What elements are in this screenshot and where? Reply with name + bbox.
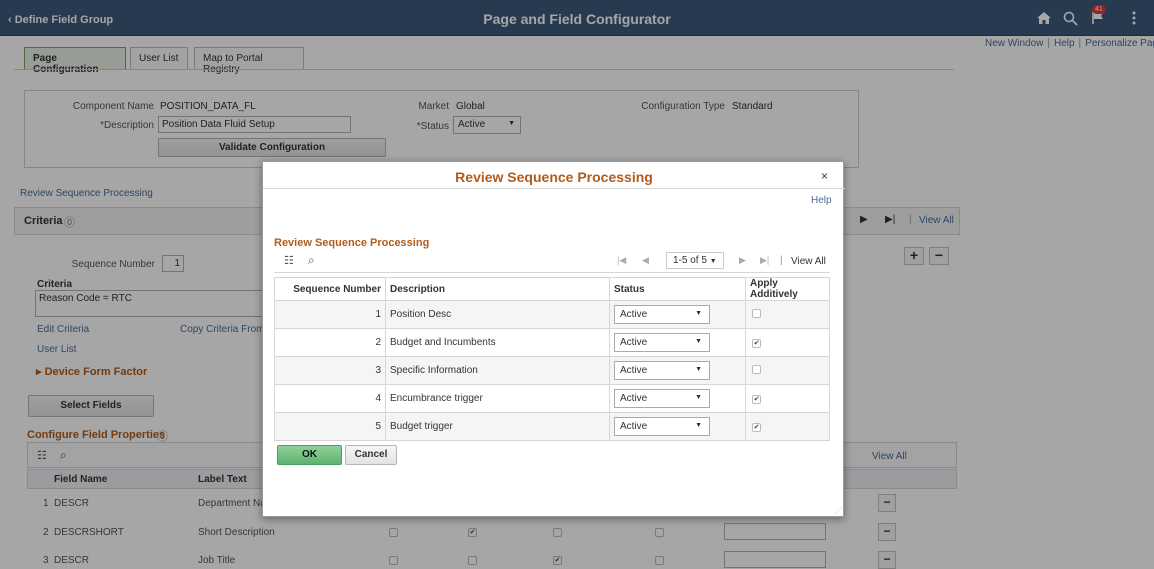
table-row: 4 Encumbrance trigger Active ▼ ✔ (274, 384, 830, 413)
apply-additively-checkbox[interactable] (752, 364, 761, 374)
resize-handle-icon[interactable]: ⋰ (835, 507, 842, 515)
modal-title: Review Sequence Processing (455, 169, 653, 185)
table-row: 1 Position Desc Active ▼ (274, 300, 830, 329)
status-cell: Active ▼ (609, 384, 746, 413)
apply-additively-cell: ✔ (745, 412, 830, 441)
description-cell: Specific Information (385, 356, 610, 385)
grid-search-icon[interactable]: ⌕ (308, 253, 315, 268)
status-select-value: Active (620, 337, 648, 348)
next-page-icon[interactable]: ▶ (739, 255, 746, 266)
modal-view-all-link[interactable]: View All (791, 256, 826, 267)
apply-additively-cell (745, 300, 830, 329)
apply-additively-column: Apply Additively (745, 277, 830, 301)
sequence-number-cell: 3 (274, 356, 386, 385)
previous-page-icon[interactable]: ◀ (642, 255, 649, 266)
status-cell: Active ▼ (609, 300, 746, 329)
chevron-down-icon: ▼ (695, 310, 702, 317)
close-icon[interactable]: × (821, 169, 828, 183)
chevron-down-icon: ▼ (695, 338, 702, 345)
apply-additively-checkbox[interactable]: ✔ (752, 423, 761, 432)
status-cell: Active ▼ (609, 328, 746, 357)
first-page-icon[interactable]: |◀ (617, 255, 626, 266)
ok-button[interactable]: OK (277, 445, 342, 465)
pager-select[interactable]: 1-5 of 5 ▼ (666, 252, 724, 269)
modal-help-link[interactable]: Help (811, 195, 832, 206)
last-page-icon[interactable]: ▶| (760, 255, 769, 266)
sequence-number-cell: 5 (274, 412, 386, 441)
apply-additively-checkbox[interactable]: ✔ (752, 395, 761, 404)
description-cell: Budget trigger (385, 412, 610, 441)
status-column: Status (609, 277, 746, 301)
status-select-value: Active (620, 393, 648, 404)
modal-title-divider (263, 188, 845, 189)
modal-section-title: Review Sequence Processing (274, 237, 430, 249)
status-select[interactable]: Active ▼ (614, 361, 710, 380)
apply-additively-checkbox[interactable] (752, 308, 761, 318)
description-column: Description (385, 277, 610, 301)
status-select[interactable]: Active ▼ (614, 389, 710, 408)
sequence-number-cell: 2 (274, 328, 386, 357)
sequence-table: Sequence Number Description Status Apply… (274, 277, 830, 441)
status-select-value: Active (620, 365, 648, 376)
chevron-down-icon: ▼ (695, 366, 702, 373)
cancel-button[interactable]: Cancel (345, 445, 397, 465)
pager-value: 1-5 of 5 (673, 255, 707, 266)
chevron-down-icon: ▼ (695, 394, 702, 401)
description-cell: Encumbrance trigger (385, 384, 610, 413)
status-cell: Active ▼ (609, 356, 746, 385)
sequence-number-cell: 1 (274, 300, 386, 329)
description-cell: Position Desc (385, 300, 610, 329)
grid-personalize-icon[interactable]: ☷ (284, 254, 294, 267)
separator: | (780, 255, 783, 266)
status-select-value: Active (620, 309, 648, 320)
apply-additively-checkbox[interactable]: ✔ (752, 339, 761, 348)
table-row: 3 Specific Information Active ▼ (274, 356, 830, 385)
apply-additively-cell: ✔ (745, 384, 830, 413)
chevron-down-icon: ▼ (709, 258, 717, 265)
apply-additively-cell: ✔ (745, 328, 830, 357)
sequence-number-column: Sequence Number (274, 277, 386, 301)
status-select-value: Active (620, 421, 648, 432)
modal-grid-toolbar: ☷ ⌕ |◀ ◀ 1-5 of 5 ▼ ▶ ▶| | View All (274, 251, 830, 273)
chevron-down-icon: ▼ (695, 422, 702, 429)
status-select[interactable]: Active ▼ (614, 333, 710, 352)
apply-additively-cell (745, 356, 830, 385)
status-cell: Active ▼ (609, 412, 746, 441)
description-cell: Budget and Incumbents (385, 328, 610, 357)
status-select[interactable]: Active ▼ (614, 305, 710, 324)
table-row: 2 Budget and Incumbents Active ▼ ✔ (274, 328, 830, 357)
sequence-number-cell: 4 (274, 384, 386, 413)
review-sequence-modal: Review Sequence Processing × Help Review… (262, 161, 845, 517)
table-row: 5 Budget trigger Active ▼ ✔ (274, 412, 830, 441)
status-select[interactable]: Active ▼ (614, 417, 710, 436)
